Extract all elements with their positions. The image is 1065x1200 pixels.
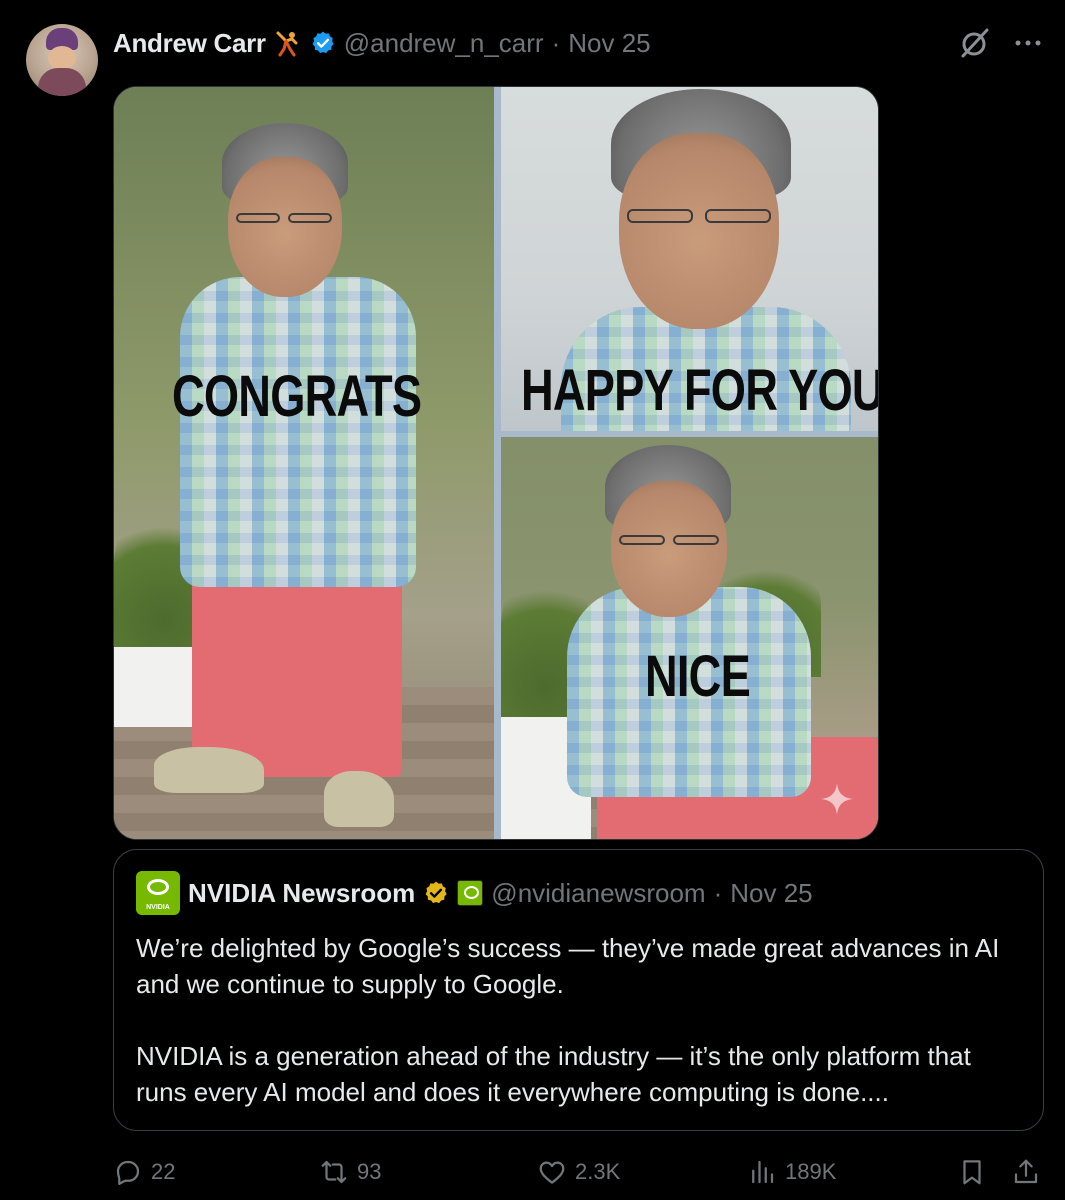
like-icon	[539, 1161, 565, 1184]
glasses-right	[705, 209, 771, 223]
shoe-right	[324, 771, 394, 827]
post-action-bar: 22 93 2.3K 189K	[113, 1150, 1044, 1194]
quoted-post-text: We’re delighted by Google’s success — th…	[136, 930, 1026, 1110]
nvidia-avatar-text: NVIDIA	[146, 904, 170, 911]
shoe-left	[154, 747, 264, 793]
share-icon	[1014, 1159, 1038, 1184]
glasses-right	[673, 535, 719, 545]
head	[611, 481, 727, 617]
reply-count: 22	[151, 1159, 176, 1184]
glasses-left	[619, 535, 665, 545]
glasses-left	[627, 209, 693, 223]
shirt	[180, 277, 416, 587]
view-count: 189K	[785, 1159, 837, 1184]
reply-button[interactable]: 22	[113, 1150, 175, 1194]
author-handle[interactable]: @andrew_n_carr	[344, 28, 544, 59]
quoted-paragraph-2: NVIDIA is a generation ahead of the indu…	[136, 1041, 971, 1107]
quoted-post-header: NVIDIA NVIDIA Newsroom @nvidianewsroom ·…	[136, 871, 813, 915]
post-date[interactable]: Nov 25	[568, 28, 650, 59]
head	[228, 157, 342, 297]
quoted-author-handle[interactable]: @nvidianewsroom	[491, 878, 705, 909]
repost-icon	[321, 1160, 347, 1184]
quoted-author-name[interactable]: NVIDIA Newsroom	[188, 878, 415, 909]
more-icon[interactable]	[1011, 26, 1045, 60]
share-button[interactable]	[1011, 1150, 1041, 1194]
views-button[interactable]: 189K	[747, 1150, 836, 1194]
repost-button[interactable]: 93	[319, 1150, 381, 1194]
post-media-image[interactable]: CONGRATS HAPPY FOR YOU NICE	[113, 86, 879, 840]
meme-panel-congrats: CONGRATS	[114, 87, 494, 839]
separator-dot: ·	[713, 877, 723, 908]
avatar-body	[38, 68, 86, 96]
author-name[interactable]: Andrew Carr	[113, 28, 266, 59]
like-count: 2.3K	[575, 1159, 621, 1184]
reply-icon	[116, 1160, 140, 1185]
repost-count: 93	[357, 1159, 382, 1184]
bookmark-icon	[963, 1160, 981, 1185]
caption-congrats: CONGRATS	[172, 364, 422, 429]
post-header: Andrew Carr @andrew_n_carr · Nov 25	[113, 26, 651, 60]
views-icon	[752, 1160, 774, 1184]
caption-happy-for-you: HAPPY FOR YOU	[521, 358, 879, 423]
separator-dot: ·	[551, 27, 561, 58]
head	[619, 133, 779, 329]
dancer-emoji-icon	[276, 31, 298, 57]
glasses-left	[236, 213, 280, 223]
caption-nice: NICE	[645, 644, 751, 709]
glasses-right	[288, 213, 332, 223]
post-top-actions	[957, 26, 1045, 60]
gold-verified-icon	[425, 881, 447, 904]
bookmark-button[interactable]	[957, 1150, 987, 1194]
like-button[interactable]: 2.3K	[537, 1150, 620, 1194]
sparkle-icon	[821, 783, 853, 815]
quoted-post[interactable]: NVIDIA NVIDIA Newsroom @nvidianewsroom ·…	[113, 849, 1044, 1131]
nvidia-logo-icon[interactable]: NVIDIA	[136, 871, 180, 915]
quoted-paragraph-1: We’re delighted by Google’s success — th…	[136, 933, 1000, 999]
affiliate-badge-icon	[457, 880, 484, 906]
verified-icon	[312, 31, 334, 54]
author-avatar[interactable]	[26, 24, 98, 96]
avatar-face	[48, 46, 76, 70]
quoted-post-date[interactable]: Nov 25	[730, 878, 812, 909]
grok-icon[interactable]	[957, 26, 991, 60]
meme-panel-happy-for-you: HAPPY FOR YOU	[501, 87, 879, 431]
meme-panel-nice: NICE	[501, 437, 878, 839]
